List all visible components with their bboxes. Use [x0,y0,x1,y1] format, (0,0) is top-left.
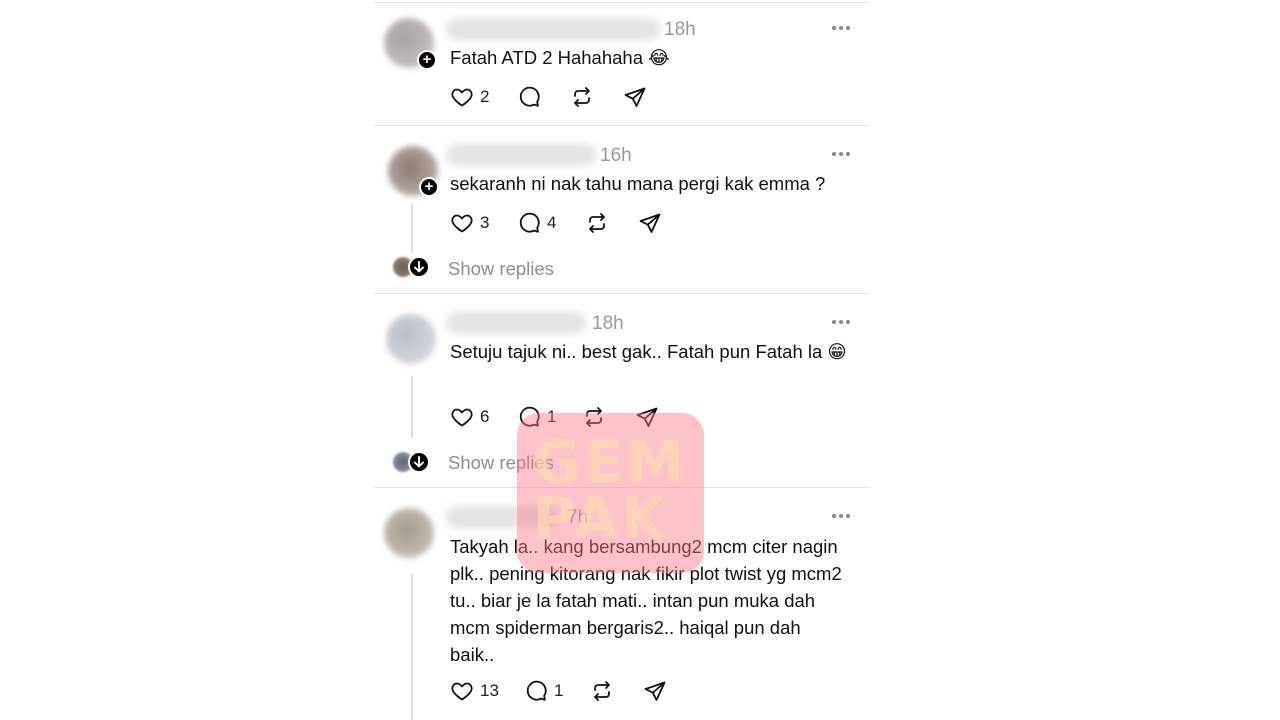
replies-feed: + 18h Fatah ATD 2 Hahahaha 😂 2 + 16h sek… [374,0,870,720]
comment-icon [519,212,540,233]
thread-line [411,573,413,720]
reply-count: 4 [547,213,557,232]
share-button[interactable] [638,210,662,236]
divider [374,293,870,294]
watermark-line: GEM [533,428,687,496]
reply-button[interactable]: 4 [517,210,556,236]
more-icon[interactable] [832,152,852,158]
avatar[interactable] [386,314,436,364]
post-text: Setuju tajuk ni.. best gak.. Fatah pun F… [450,341,847,362]
like-button[interactable]: 3 [450,210,489,236]
arrow-down-icon[interactable] [408,451,430,473]
repost-button[interactable] [585,210,609,236]
like-count: 13 [480,681,499,700]
post-text: Fatah ATD 2 Hahahaha 😂 [450,47,670,68]
like-button[interactable]: 2 [450,84,489,110]
heart-icon [451,682,473,701]
like-button[interactable]: 6 [450,404,489,430]
more-icon[interactable] [832,26,852,32]
repost-button[interactable] [570,84,594,110]
post-actions: 3 4 [450,210,690,236]
divider [374,125,870,126]
like-count: 2 [480,87,490,106]
heart-icon [451,88,473,107]
heart-icon [451,408,473,427]
divider [374,2,870,3]
show-replies-link[interactable]: Show replies [448,258,554,280]
post-text: sekaranh ni nak tahu mana pergi kak emma… [450,173,826,194]
post-actions: 2 [450,84,690,110]
more-icon[interactable] [832,320,852,326]
reply-button[interactable]: 1 [524,678,563,704]
follow-plus-icon[interactable]: + [419,177,439,197]
watermark-line: PAK [533,484,670,552]
like-count: 3 [480,213,490,232]
gempak-watermark-logo: GEM PAK [517,413,704,573]
post-actions: 13 1 [450,678,690,704]
username-redacted[interactable] [446,312,586,334]
send-icon [639,213,661,233]
share-button[interactable] [623,84,647,110]
thread-line [411,376,413,438]
post-time: 18h [592,313,624,334]
heart-icon [451,214,473,233]
repost-icon [574,87,590,107]
arrow-down-icon[interactable] [408,256,430,278]
username-redacted[interactable] [446,144,596,166]
repost-icon [589,213,605,233]
follow-plus-icon[interactable]: + [417,50,437,70]
reply-count: 1 [554,681,564,700]
send-icon [624,87,646,107]
thread-line [411,203,413,253]
reply-button[interactable] [517,84,541,110]
comment-icon [526,680,547,701]
post-time: 18h [664,19,696,40]
comment-icon [519,86,540,107]
send-icon [644,681,666,701]
share-button[interactable] [643,678,667,704]
like-count: 6 [480,407,490,426]
avatar[interactable] [384,508,434,558]
more-icon[interactable] [832,514,852,520]
username-redacted[interactable] [446,18,660,40]
repost-button[interactable] [590,678,614,704]
repost-icon [594,681,610,701]
post-time: 16h [600,145,632,166]
like-button[interactable]: 13 [450,678,499,704]
